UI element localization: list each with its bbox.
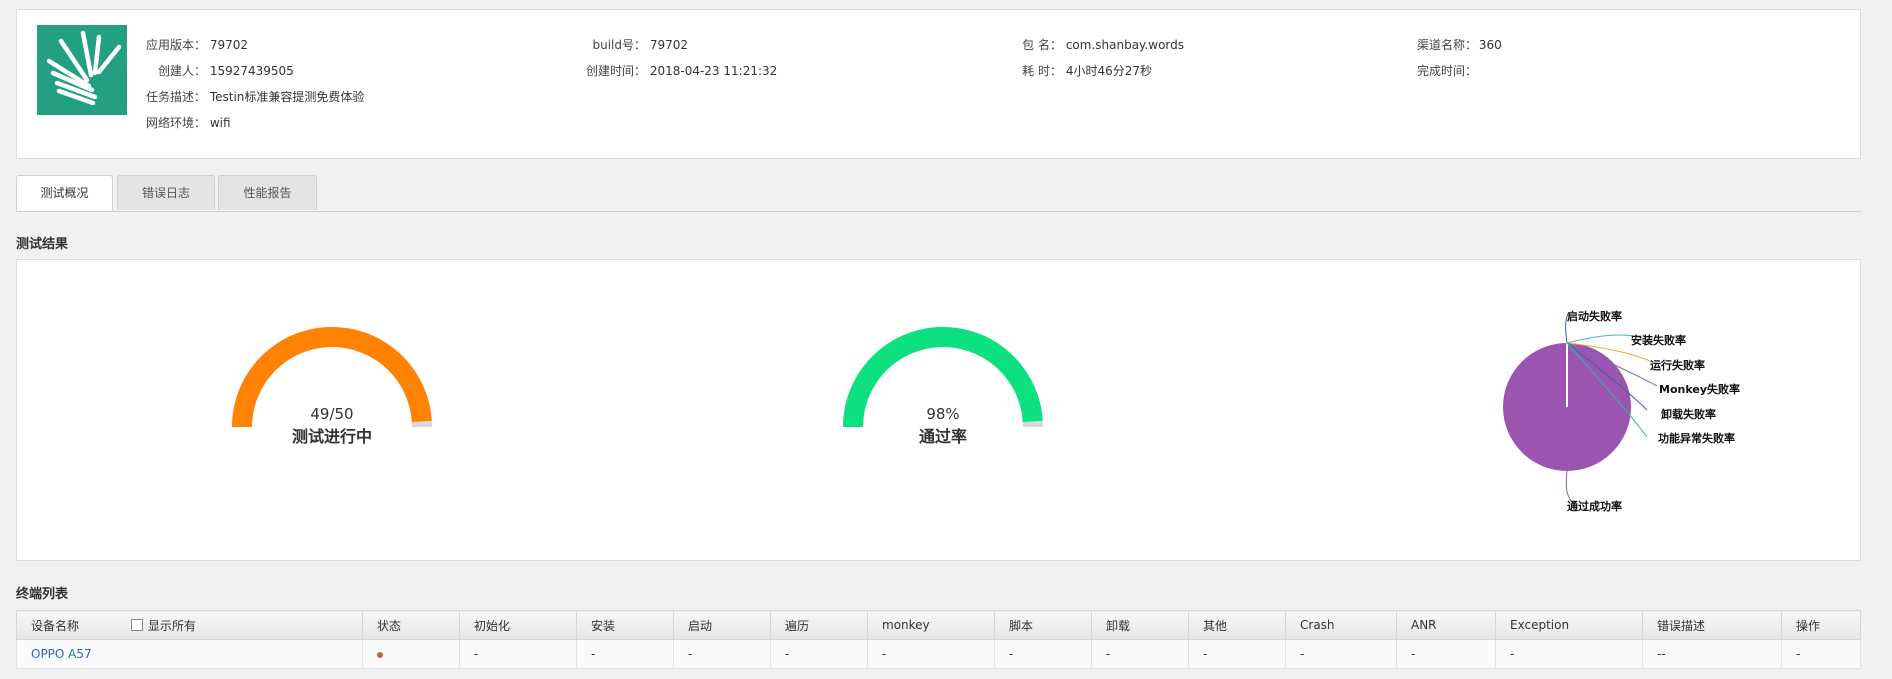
tab-overview[interactable]: 测试概况: [16, 175, 113, 211]
col-header-crash: Crash: [1285, 610, 1397, 640]
finish-time-field: 完成时间：: [1417, 62, 1478, 79]
app-version-field: 应用版本： 79702: [142, 36, 248, 53]
package-field: 包 名： com.shanbay.words: [1017, 36, 1184, 53]
device-link[interactable]: OPPO A57: [31, 647, 92, 661]
table-row: OPPO A57 - - - - - - - - - - - -- -: [16, 639, 1861, 669]
col-header-traverse: 遍历: [770, 610, 868, 640]
device-table-header-row: 设备名称 显示所有 状态 初始化 安装 启动 遍历 monkey 脚本 卸载 其…: [16, 610, 1861, 640]
build-value: 79702: [649, 38, 689, 52]
col-header-anr: ANR: [1396, 610, 1496, 640]
show-all-label: 显示所有: [147, 618, 196, 633]
actions-cell: -: [1781, 639, 1861, 669]
col-header-other: 其他: [1188, 610, 1286, 640]
tab-performance-report[interactable]: 性能报告: [218, 175, 317, 210]
col-header-uninstall: 卸载: [1091, 610, 1189, 640]
col-header-script: 脚本: [994, 610, 1092, 640]
creator-value: 15927439505: [209, 64, 294, 78]
exception-cell: -: [1495, 639, 1643, 669]
progress-gauge-text: 49/50 测试进行中: [222, 405, 442, 447]
duration-label: 耗 时：: [1022, 64, 1062, 78]
network-value: wifi: [209, 116, 231, 130]
show-all-checkbox[interactable]: [130, 618, 143, 631]
show-all-toggle[interactable]: 显示所有: [130, 618, 196, 633]
pass-rate-gauge-text: 98% 通过率: [833, 405, 1053, 447]
crash-cell: -: [1285, 639, 1397, 669]
pie-label-pass: 通过成功率: [1567, 500, 1622, 513]
col-header-launch: 启动: [673, 610, 771, 640]
build-field: build号： 79702: [577, 36, 688, 53]
uninstall-cell: -: [1091, 639, 1189, 669]
app-logo-icon: [46, 30, 122, 106]
device-table: 设备名称 显示所有 状态 初始化 安装 启动 遍历 monkey 脚本 卸载 其…: [16, 610, 1861, 669]
anr-cell: -: [1396, 639, 1496, 669]
build-label: build号：: [592, 38, 646, 52]
finish-time-label: 完成时间：: [1417, 64, 1478, 78]
progress-gauge-label: 测试进行中: [291, 427, 372, 446]
progress-gauge-value: 49/50: [310, 405, 354, 423]
app-version-label: 应用版本：: [145, 38, 206, 52]
col-header-device-name: 设备名称 显示所有: [16, 610, 363, 640]
channel-value: 360: [1478, 38, 1502, 52]
col-header-status: 状态: [362, 610, 460, 640]
col-header-error-desc: 错误描述: [1642, 610, 1782, 640]
duration-value: 4小时46分27秒: [1065, 64, 1153, 78]
creator-label: 创建人：: [157, 64, 206, 78]
pie-label-function-fail: 功能异常失败率: [1658, 432, 1735, 445]
launch-cell: -: [673, 639, 771, 669]
status-dot-icon: [377, 652, 383, 658]
result-pie-chart: [1503, 311, 1658, 506]
install-cell: -: [576, 639, 674, 669]
pie-label-uninstall-fail: 卸载失败率: [1661, 408, 1716, 421]
tab-error-log[interactable]: 错误日志: [117, 175, 215, 210]
channel-label: 渠道名称：: [1417, 38, 1478, 52]
tab-bar: 测试概况 错误日志 性能报告: [16, 175, 1861, 212]
task-desc-value: Testin标准兼容提测免费体验: [209, 90, 365, 104]
creator-field: 创建人： 15927439505: [142, 62, 294, 79]
col-header-actions: 操作: [1781, 610, 1861, 640]
created-time-label: 创建时间：: [585, 64, 646, 78]
task-info-panel: 应用版本： 79702 创建人： 15927439505 任务描述： Testi…: [16, 9, 1861, 159]
device-list-title: 终端列表: [16, 587, 69, 602]
script-cell: -: [994, 639, 1092, 669]
app-version-value: 79702: [209, 38, 249, 52]
network-field: 网络环境： wifi: [142, 114, 231, 131]
package-label: 包 名：: [1022, 38, 1062, 52]
col-header-exception: Exception: [1495, 610, 1643, 640]
task-desc-label: 任务描述：: [145, 90, 206, 104]
device-name-cell: OPPO A57: [16, 639, 363, 669]
monkey-cell: -: [867, 639, 995, 669]
pie-label-install-fail: 安装失败率: [1631, 334, 1686, 347]
col-header-install: 安装: [576, 610, 674, 640]
created-time-value: 2018-04-23 11:21:32: [649, 64, 778, 78]
duration-field: 耗 时： 4小时46分27秒: [1017, 62, 1152, 79]
error-desc-cell: --: [1642, 639, 1782, 669]
results-panel: 49/50 测试进行中 98% 通过率 启动失败率 安装失败率 运行失败率 Mo…: [16, 259, 1861, 561]
pie-label-run-fail: 运行失败率: [1650, 359, 1705, 372]
pie-label-monkey-fail: Monkey失败率: [1659, 383, 1740, 396]
task-desc-field: 任务描述： Testin标准兼容提测免费体验: [142, 88, 364, 105]
package-value: com.shanbay.words: [1065, 38, 1185, 52]
created-time-field: 创建时间： 2018-04-23 11:21:32: [577, 62, 777, 79]
col-header-init: 初始化: [459, 610, 577, 640]
network-label: 网络环境：: [145, 116, 206, 130]
traverse-cell: -: [770, 639, 868, 669]
results-section-title: 测试结果: [16, 237, 69, 252]
other-cell: -: [1188, 639, 1286, 669]
pie-label-start-fail: 启动失败率: [1567, 310, 1622, 323]
init-cell: -: [459, 639, 577, 669]
channel-field: 渠道名称： 360: [1417, 36, 1502, 53]
pass-rate-gauge-value: 98%: [926, 405, 960, 423]
col-header-device-name-label: 设备名称: [31, 618, 80, 633]
col-header-monkey: monkey: [867, 610, 995, 640]
app-logo: [37, 25, 127, 115]
pass-rate-gauge-label: 通过率: [918, 427, 967, 446]
status-cell: [362, 639, 460, 669]
